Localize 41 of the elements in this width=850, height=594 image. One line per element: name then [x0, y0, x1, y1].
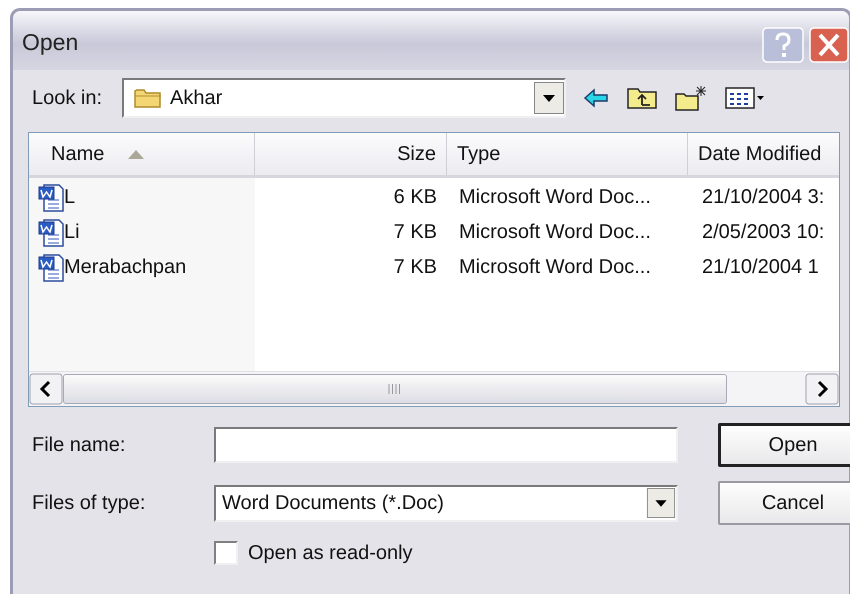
folder-icon [134, 87, 162, 109]
file-item[interactable]: Merabachpan [29, 254, 255, 282]
window-title: Open [22, 29, 78, 56]
files-of-type-dropdown[interactable]: Word Documents (*.Doc) [214, 484, 678, 522]
read-only-label: Open as read-only [248, 542, 413, 564]
look-in-label: Look in: [31, 86, 104, 110]
type-cell-text: Microsoft Word Doc... [458, 221, 652, 244]
look-in-value: Akhar [170, 86, 224, 110]
open-button[interactable]: Open [718, 423, 850, 467]
scroll-right-button[interactable] [805, 373, 839, 405]
column-header[interactable]: Type [447, 133, 688, 175]
new-folder-icon[interactable] [674, 84, 708, 112]
close-button[interactable] [809, 26, 849, 62]
column-header[interactable]: Date Modified [688, 133, 839, 175]
cancel-button[interactable]: Cancel [718, 481, 850, 525]
date-cell-text: 21/10/2004 1 [701, 256, 820, 279]
date-cell-text: 2/05/2003 10: [701, 221, 826, 244]
size-cell-text: 7 KB [392, 221, 438, 244]
word-document-icon [38, 254, 64, 282]
look-in-dropdown[interactable]: Akhar [122, 78, 566, 118]
date-cell-text: 21/10/2004 3: [701, 186, 826, 209]
file-name-field[interactable] [214, 427, 678, 463]
word-document-icon [38, 218, 64, 246]
type-cell-text: Microsoft Word Doc... [458, 256, 652, 279]
type-cell-text: Microsoft Word Doc... [458, 186, 652, 209]
word-document-icon [38, 184, 64, 212]
column-header[interactable]: Size [255, 133, 447, 175]
files-of-type-label: Files of type: [31, 492, 146, 514]
read-only-checkbox[interactable] [214, 541, 238, 565]
file-name-label: File name: [31, 434, 126, 456]
size-cell-text: 6 KB [392, 186, 438, 209]
scroll-left-button[interactable] [29, 373, 63, 405]
sort-ascending-icon [126, 148, 146, 160]
horizontal-scrollbar[interactable] [29, 371, 839, 406]
back-arrow-icon[interactable] [582, 86, 610, 110]
view-menu-icon[interactable] [724, 85, 766, 111]
size-cell-text: 7 KB [392, 256, 438, 279]
scroll-thumb[interactable] [63, 374, 727, 404]
file-item[interactable]: L [29, 184, 255, 212]
column-header[interactable]: Name [29, 133, 255, 175]
file-item[interactable]: Li [29, 218, 255, 246]
